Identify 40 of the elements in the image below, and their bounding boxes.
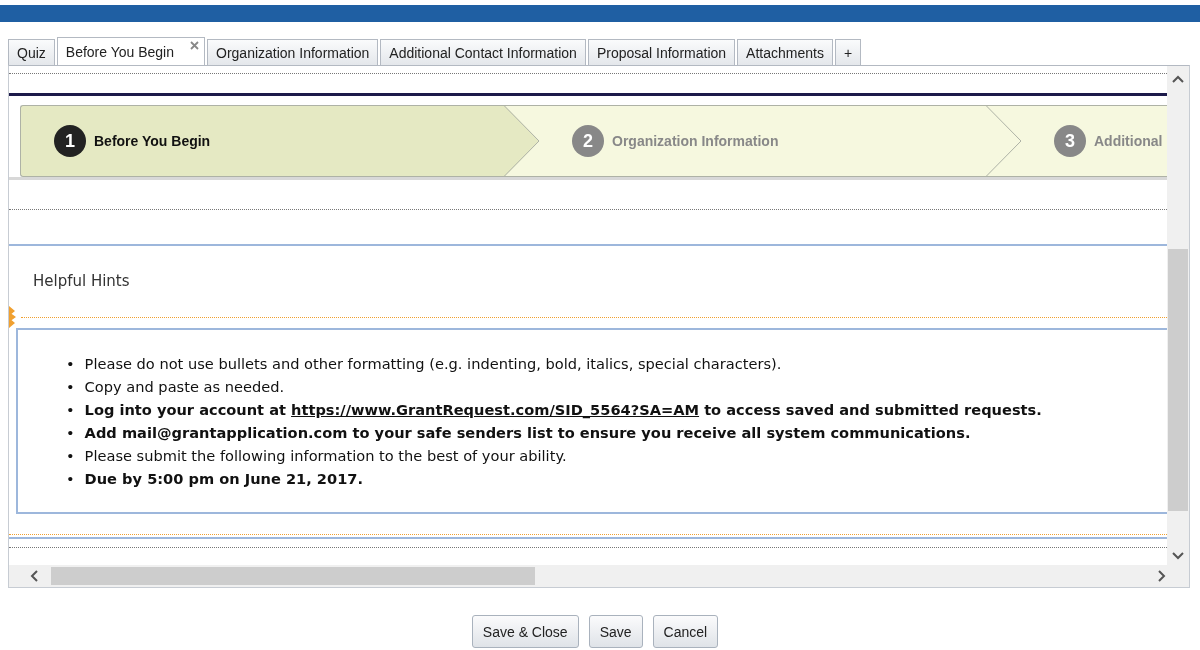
tab[interactable]: Proposal Information [587, 39, 736, 65]
bullet: • [66, 446, 75, 466]
hint-text: Add mail@grantapplication.com to your safe senders list to ensure you receive all system communications. [84, 423, 971, 443]
tab[interactable]: Before You Begin [56, 37, 205, 65]
bullet: • [66, 400, 75, 420]
scroll-thumb[interactable] [51, 567, 535, 585]
tab[interactable]: Quiz [8, 39, 55, 65]
hint-text: Please do not use bullets and other formatting (e.g. indenting, bold, italics, special characters). [84, 354, 782, 374]
action-button[interactable]: Cancel [652, 615, 719, 648]
wizard-step[interactable]: 3 Additional [1022, 105, 1167, 177]
tab[interactable]: Additional Contact Information [380, 39, 586, 65]
tab[interactable]: + [834, 39, 862, 65]
tab[interactable]: Organization Information [207, 39, 379, 65]
step-number: 3 [1054, 125, 1086, 157]
step-number: 1 [54, 125, 86, 157]
action-button[interactable]: Save & Close [471, 615, 579, 648]
hint-text: Log into your account at https://www.GrantRequest.com/SID_5564?SA=AM to access saved and submitted requests. [84, 400, 1042, 421]
scroll-right-icon[interactable] [1157, 569, 1167, 583]
action-button[interactable]: Save [588, 615, 643, 648]
bullet: • [66, 423, 75, 443]
scroll-down-icon[interactable] [1171, 551, 1185, 561]
section-title: Helpful Hints [33, 272, 130, 290]
step-label: Additional [1094, 133, 1163, 149]
scroll-thumb[interactable] [1168, 249, 1188, 511]
wizard-step[interactable]: 2 Organization Information [540, 105, 986, 177]
step-label: Before You Begin [94, 133, 211, 149]
account-link[interactable]: https://www.GrantRequest.com/SID_5564?SA=AM [291, 401, 700, 418]
scroll-up-icon[interactable] [1171, 74, 1185, 84]
scroll-left-icon[interactable] [29, 569, 39, 583]
vertical-scrollbar[interactable] [1167, 66, 1189, 565]
bullet: • [66, 354, 75, 374]
hint-text: Due by 5:00 pm on June 21, 2017. [84, 469, 364, 489]
bullet: • [66, 377, 75, 397]
step-label: Organization Information [612, 133, 779, 149]
hint-text: Please submit the following information to the best of your ability. [84, 446, 567, 466]
step-number: 2 [572, 125, 604, 157]
tab[interactable]: Attachments [737, 39, 833, 65]
hint-text: Copy and paste as needed. [84, 377, 285, 397]
bullet: • [66, 469, 75, 489]
close-icon[interactable] [190, 41, 199, 50]
